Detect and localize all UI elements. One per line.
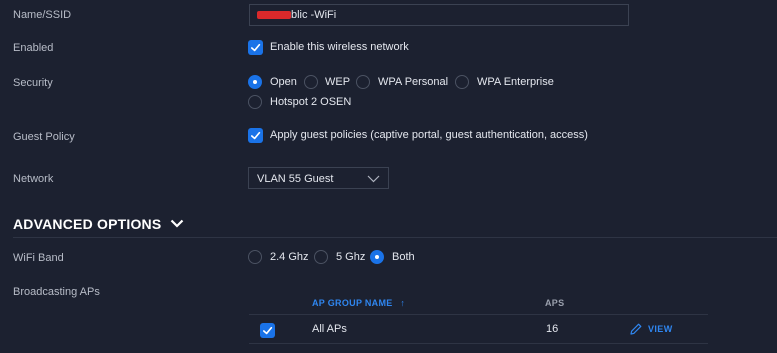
security-radio-hotspot[interactable]: [248, 95, 262, 109]
wifi-band-option-24[interactable]: 2.4 Ghz: [270, 251, 309, 263]
aps-header[interactable]: APS: [545, 298, 564, 308]
wifi-band-radio-24[interactable]: [248, 250, 262, 264]
security-option-wpa-enterprise[interactable]: WPA Enterprise: [477, 76, 554, 88]
name-ssid-input[interactable]: blic -WiFi: [249, 4, 629, 26]
security-option-hotspot[interactable]: Hotspot 2 OSEN: [270, 96, 351, 108]
enabled-checkbox-label[interactable]: Enable this wireless network: [270, 41, 409, 53]
chevron-down-icon: [367, 175, 380, 183]
check-icon: [263, 326, 273, 335]
network-label: Network: [13, 173, 54, 185]
guest-policy-checkbox[interactable]: [248, 128, 263, 143]
ap-count: 16: [546, 323, 559, 335]
security-radio-wpa-personal[interactable]: [356, 75, 370, 89]
guest-policy-label: Guest Policy: [13, 131, 75, 143]
security-option-wpa-personal[interactable]: WPA Personal: [378, 76, 448, 88]
wifi-band-option-both[interactable]: Both: [392, 251, 415, 263]
table-header-divider: [249, 314, 708, 315]
advanced-options-title: ADVANCED OPTIONS: [13, 216, 162, 232]
broadcasting-aps-label: Broadcasting APs: [13, 286, 100, 298]
network-select-value: VLAN 55 Guest: [257, 173, 334, 185]
security-option-open[interactable]: Open: [270, 76, 297, 88]
security-radio-wpa-enterprise[interactable]: [455, 75, 469, 89]
enabled-checkbox[interactable]: [248, 40, 263, 55]
wifi-band-label: WiFi Band: [13, 252, 64, 264]
wifi-band-radio-5[interactable]: [314, 250, 328, 264]
view-button[interactable]: VIEW: [629, 322, 673, 336]
ap-group-name-header-label: AP GROUP NAME: [312, 298, 393, 308]
check-icon: [251, 43, 261, 52]
security-label: Security: [13, 77, 53, 89]
sort-up-icon: ↑: [400, 298, 406, 308]
network-select[interactable]: VLAN 55 Guest: [248, 167, 389, 189]
guest-policy-text[interactable]: Apply guest policies (captive portal, gu…: [270, 129, 588, 141]
ap-group-name: All APs: [312, 323, 347, 335]
table-row-divider: [249, 343, 708, 344]
chevron-down-icon: [170, 219, 183, 228]
view-label: VIEW: [648, 324, 673, 334]
wifi-band-option-5[interactable]: 5 Ghz: [336, 251, 365, 263]
name-ssid-label: Name/SSID: [13, 9, 72, 21]
check-icon: [251, 131, 261, 140]
wifi-band-radio-both[interactable]: [370, 250, 384, 264]
security-option-wep[interactable]: WEP: [325, 76, 350, 88]
redacted-text: [257, 11, 291, 20]
security-radio-wep[interactable]: [304, 75, 318, 89]
section-divider: [13, 237, 777, 238]
ssid-value: blic -WiFi: [291, 9, 337, 21]
row-checkbox[interactable]: [260, 323, 275, 338]
advanced-options-toggle[interactable]: ADVANCED OPTIONS: [13, 216, 184, 232]
ap-group-name-header[interactable]: AP GROUP NAME ↑: [312, 298, 405, 308]
security-radio-open[interactable]: [248, 75, 262, 89]
enabled-label: Enabled: [13, 42, 54, 54]
pencil-icon: [630, 323, 642, 335]
